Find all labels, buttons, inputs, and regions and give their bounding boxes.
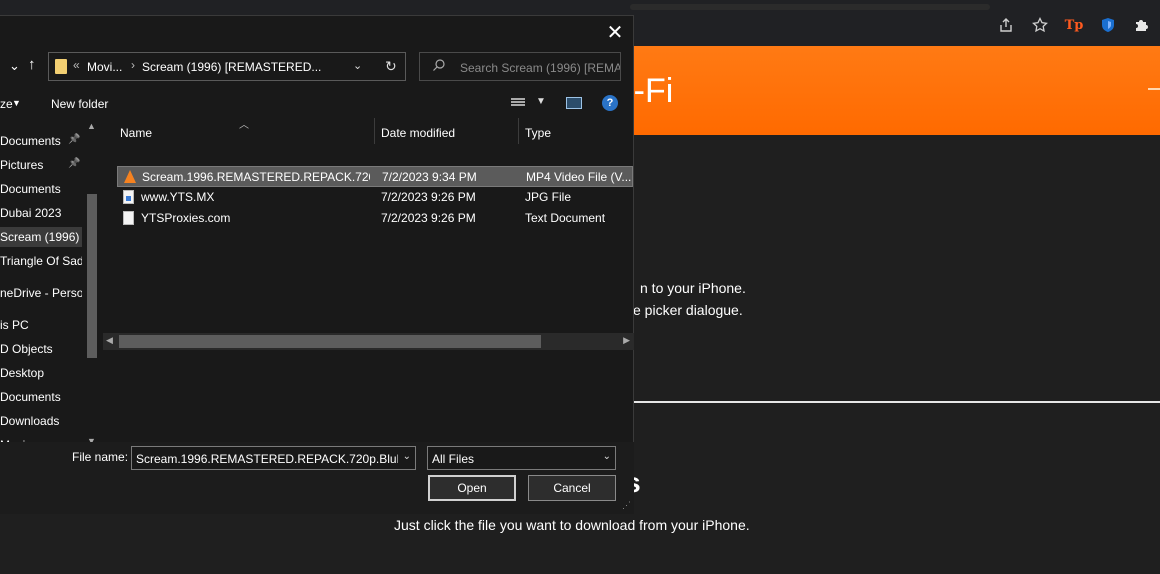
image-file-icon	[123, 190, 135, 204]
section-text-line: e picker dialogue.	[633, 302, 743, 318]
dialog-footer: File name: Scream.1996.REMASTERED.REPACK…	[0, 442, 634, 514]
sort-ascending-icon: ︿	[239, 120, 249, 131]
recent-locations-icon[interactable]: ⌄	[9, 58, 20, 74]
sidebar-item[interactable]: Triangle Of Sadn	[0, 251, 82, 271]
chevron-down-icon[interactable]: ⌄	[403, 451, 411, 462]
sidebar-item[interactable]: D Objects	[0, 339, 82, 359]
vlc-icon	[124, 170, 136, 184]
breadcrumb-separator[interactable]: ›	[131, 58, 135, 72]
cancel-button[interactable]: Cancel	[528, 475, 616, 501]
close-icon[interactable]: ✕	[603, 20, 627, 44]
search-icon	[433, 59, 445, 71]
file-date: 7/2/2023 9:26 PM	[381, 211, 476, 225]
preview-pane-icon[interactable]	[566, 97, 582, 109]
column-header-date[interactable]: Date modified	[381, 118, 455, 148]
pin-icon: 📌	[68, 134, 81, 145]
file-name-field[interactable]: Scream.1996.REMASTERED.REPACK.720p.BluRa…	[131, 446, 416, 470]
resize-grip-icon[interactable]: ⋰	[622, 500, 631, 511]
browser-icon-group: Tp	[996, 14, 1152, 36]
help-icon[interactable]: ?	[602, 95, 618, 111]
browser-tab-strip	[630, 4, 990, 10]
breadcrumb-item[interactable]: Scream (1996) [REMASTERED...	[142, 60, 321, 74]
view-list-icon[interactable]	[511, 97, 525, 109]
new-folder-button[interactable]: New folder	[51, 97, 108, 111]
dialog-body: Documents 📌 Pictures 📌 Documents Dubai 2023 Sc…	[0, 118, 634, 452]
file-row[interactable]: www.YTS.MX 7/2/2023 9:26 PM JPG File	[117, 187, 633, 208]
column-separator[interactable]	[374, 118, 375, 144]
column-separator[interactable]	[518, 118, 519, 144]
file-open-dialog: ✕ ⌄ ↑ « Movi... › Scream (1996) [REMASTE…	[0, 15, 634, 514]
extension-tp-icon[interactable]: Tp	[1064, 15, 1084, 35]
section-divider	[560, 401, 1160, 403]
column-header-name[interactable]: Name	[120, 118, 152, 148]
file-type-value[interactable]: All Files	[432, 452, 474, 466]
sidebar-item[interactable]: is PC	[0, 315, 82, 335]
share-icon[interactable]	[996, 15, 1016, 35]
sidebar-item[interactable]: neDrive - Person	[0, 283, 82, 303]
column-header-type[interactable]: Type	[525, 118, 551, 148]
chevron-down-icon[interactable]: ▼	[12, 98, 21, 108]
file-date: 7/2/2023 9:26 PM	[381, 190, 476, 204]
chevron-down-icon[interactable]: ▼	[536, 96, 546, 107]
file-type-select[interactable]: All Files ⌄	[427, 446, 616, 470]
search-box[interactable]: Search Scream (1996) [REMA...	[419, 52, 621, 81]
scroll-left-icon[interactable]: ◀	[106, 335, 113, 346]
sidebar-item[interactable]: Downloads	[0, 411, 82, 431]
refresh-icon[interactable]: ↻	[385, 58, 397, 75]
folder-icon	[55, 59, 67, 74]
file-name: www.YTS.MX	[141, 190, 215, 204]
sidebar-item[interactable]: Desktop	[0, 363, 82, 383]
scrollbar-thumb[interactable]	[87, 194, 97, 358]
puzzle-icon[interactable]	[1132, 15, 1152, 35]
sidebar-item[interactable]: Scream (1996) [R	[0, 227, 82, 247]
star-icon[interactable]	[1030, 15, 1050, 35]
file-type: JPG File	[525, 190, 572, 204]
file-name-value[interactable]: Scream.1996.REMASTERED.REPACK.720p.BluRa…	[136, 452, 398, 466]
scroll-up-icon[interactable]: ▲	[87, 121, 96, 131]
navigation-bar: ⌄ ↑ « Movi... › Scream (1996) [REMASTERE…	[0, 52, 634, 82]
file-list: ︿ Name Date modified Type Scream.1996.RE…	[101, 118, 634, 452]
pin-icon: 📌	[68, 158, 81, 169]
file-name: YTSProxies.com	[141, 211, 231, 225]
dialog-toolbar: ze ▼ New folder ▼ ?	[0, 92, 634, 116]
open-button[interactable]: Open	[428, 475, 516, 501]
horizontal-scrollbar[interactable]: ◀ ▶	[103, 333, 634, 350]
file-name: Scream.1996.REMASTERED.REPACK.720p....	[142, 170, 370, 184]
file-row[interactable]: Scream.1996.REMASTERED.REPACK.720p.... 7/…	[117, 166, 633, 187]
file-type: Text Document	[525, 211, 606, 225]
file-row[interactable]: YTSProxies.com 7/2/2023 9:26 PM Text Docum…	[117, 208, 633, 229]
navigation-pane: Documents 📌 Pictures 📌 Documents Dubai 2023 Sc…	[0, 118, 99, 452]
search-placeholder: Search Scream (1996) [REMA...	[460, 61, 620, 75]
chevron-down-icon[interactable]: ⌄	[603, 451, 611, 462]
scroll-right-icon[interactable]: ▶	[623, 335, 630, 346]
up-folder-icon[interactable]: ↑	[28, 56, 36, 73]
breadcrumb-item[interactable]: Movi...	[87, 60, 122, 74]
breadcrumb-overflow[interactable]: «	[73, 58, 80, 72]
file-name-label: File name:	[72, 450, 129, 464]
chevron-down-icon[interactable]: ⌄	[353, 59, 362, 72]
sidebar-item[interactable]: Documents	[0, 387, 82, 407]
address-bar[interactable]: « Movi... › Scream (1996) [REMASTERED...…	[48, 52, 406, 81]
section-text: Just click the file you want to download…	[394, 517, 750, 533]
file-date: 7/2/2023 9:34 PM	[382, 170, 477, 184]
sidebar-item[interactable]: Documents	[0, 179, 82, 199]
sidebar-item[interactable]: Dubai 2023	[0, 203, 82, 223]
scrollbar-thumb[interactable]	[119, 335, 541, 348]
text-file-icon	[123, 211, 135, 225]
organize-button[interactable]: ze	[0, 97, 13, 111]
file-type: MP4 Video File (V...	[526, 170, 632, 184]
shield-icon[interactable]	[1098, 15, 1118, 35]
navigation-scrollbar[interactable]: ▲ ▼	[85, 118, 99, 452]
section-text-line: n to your iPhone.	[640, 280, 746, 296]
menu-dash[interactable]	[1148, 88, 1160, 90]
